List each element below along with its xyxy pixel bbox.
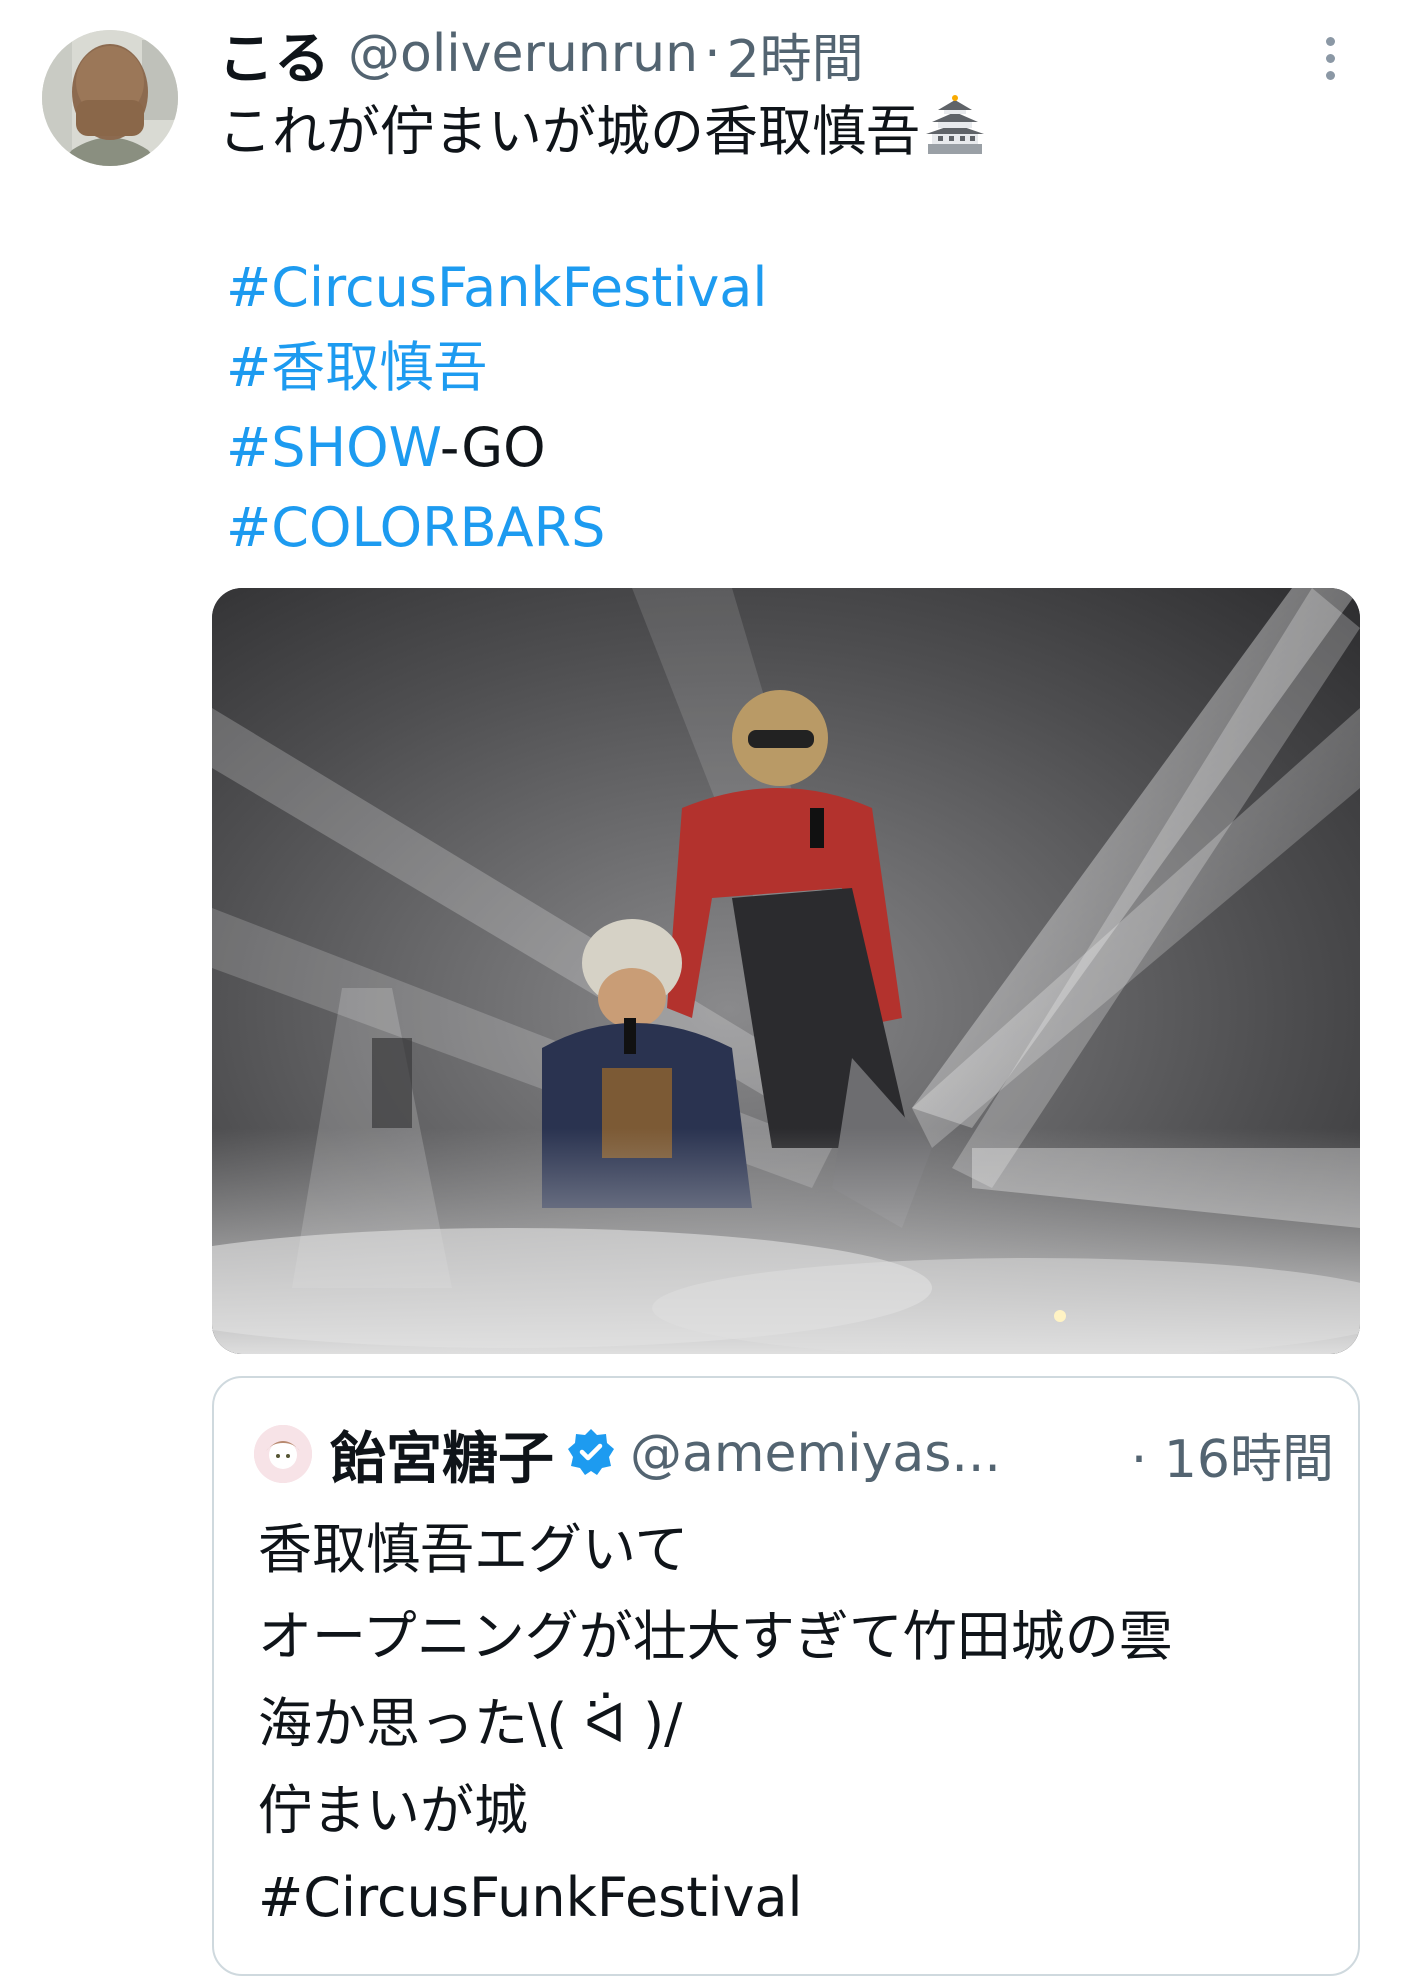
avatar-photo: [42, 30, 178, 166]
hashtag-line: #香取慎吾: [226, 328, 767, 408]
quoted-author-handle[interactable]: @amemiyas...: [630, 1424, 1001, 1484]
separator-dot: ·: [704, 24, 721, 84]
tweet-timestamp[interactable]: 2時間: [727, 17, 864, 92]
quoted-tweet-text: 香取慎吾エグいて オープニングが壮大すぎて竹田城の雲 海か思った\( ᐛ )/ …: [258, 1506, 1338, 1941]
more-dot-icon: [1325, 36, 1335, 46]
quoted-author-avatar[interactable]: [254, 1425, 312, 1483]
quoted-text-line: 佇まいが城: [258, 1779, 528, 1842]
hashtag-line: #COLORBARS: [226, 488, 767, 568]
author-display-name[interactable]: こる: [218, 14, 330, 95]
hashtag-line: #SHOW-GO: [226, 408, 767, 488]
avatar-illustration: [254, 1425, 312, 1483]
author-handle[interactable]: @oliverunrun: [348, 24, 698, 84]
quoted-text-line: 香取慎吾エグいて: [258, 1518, 689, 1581]
quoted-tweet[interactable]: 飴宮糖子 @amemiyas... · 16時間 香取慎吾エグいて オープニング…: [212, 1376, 1360, 1976]
hashtag-link[interactable]: #CircusFankFestival: [226, 256, 767, 319]
hashtag-link[interactable]: #COLORBARS: [226, 496, 605, 559]
quoted-text-line: 海か思った\( ᐛ )/: [258, 1692, 683, 1755]
more-options-button[interactable]: [1310, 28, 1350, 88]
tweet-text-content: これが佇まいが城の香取慎吾: [218, 100, 920, 163]
quoted-author-name[interactable]: 飴宮糖子: [330, 1414, 554, 1495]
verified-badge-icon: [566, 1427, 616, 1481]
castle-icon: [924, 94, 986, 178]
tweet-media-photo[interactable]: [212, 588, 1360, 1354]
more-dot-icon: [1325, 53, 1335, 63]
author-avatar[interactable]: [42, 30, 178, 166]
tweet-header: こる @oliverunrun · 2時間: [218, 14, 864, 94]
quoted-tweet-timestamp[interactable]: · 16時間: [1131, 1417, 1334, 1492]
hashtag-link[interactable]: #香取慎吾: [226, 336, 487, 399]
stage-photo: [212, 588, 1360, 1354]
more-dot-icon: [1325, 70, 1335, 80]
quoted-text-line: #CircusFunkFestival: [258, 1866, 803, 1929]
hashtag-link[interactable]: #SHOW: [226, 416, 440, 479]
hashtag-list: #CircusFankFestival #香取慎吾 #SHOW-GO #COLO…: [226, 248, 767, 568]
quoted-tweet-header: 飴宮糖子 @amemiyas... · 16時間: [254, 1414, 1334, 1494]
hashtag-suffix: -GO: [439, 416, 546, 479]
quoted-text-line: オープニングが壮大すぎて竹田城の雲: [258, 1605, 1173, 1668]
tweet-text: これが佇まいが城の香取慎吾: [218, 92, 986, 178]
hashtag-line: #CircusFankFestival: [226, 248, 767, 328]
